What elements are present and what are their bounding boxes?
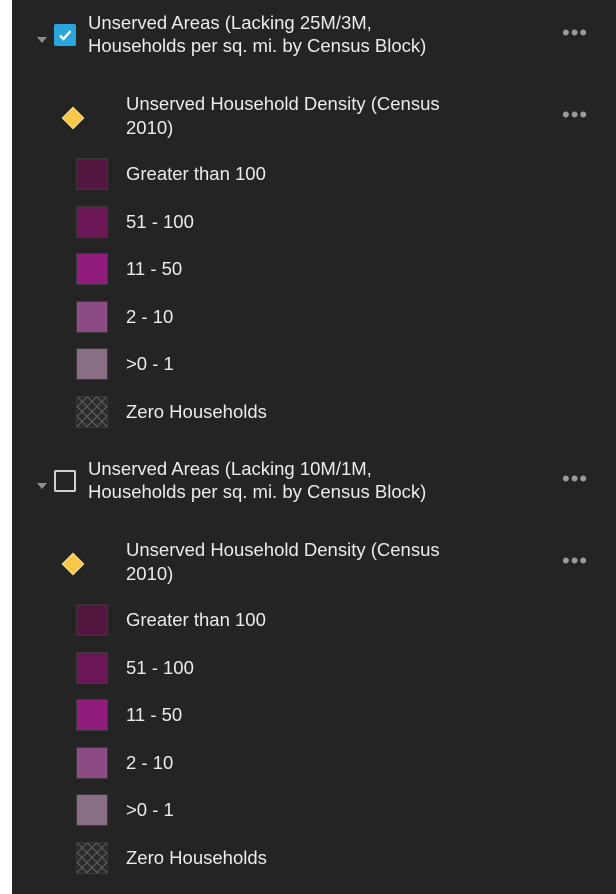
legend-swatch-hatched — [76, 395, 108, 428]
layer-title[interactable]: Unserved Areas (Lacking 10M/1M, Househol… — [88, 457, 558, 503]
layer-title-line-1: Unserved Areas (Lacking 25M/3M, — [88, 12, 372, 33]
sublayer-title[interactable]: Unserved Household Density (Census 2010) — [126, 92, 566, 140]
layer-title-line-2: Households per sq. mi. by Census Block) — [88, 35, 427, 56]
layer-visibility-checkbox[interactable] — [54, 24, 76, 46]
legend-label: 51 - 100 — [126, 656, 194, 678]
legend-label: Zero Households — [126, 846, 267, 868]
more-options-icon[interactable]: ••• — [562, 550, 588, 572]
sublayer-title[interactable]: Unserved Household Density (Census 2010) — [126, 538, 566, 586]
sublayer-title-line-1: Unserved Household Density (Census — [126, 93, 440, 114]
sublayer-title-line-1: Unserved Household Density (Census — [126, 539, 440, 560]
layer-item-25m-3m: Unserved Areas (Lacking 25M/3M, Househol… — [12, 0, 616, 446]
sublayer-item: Unserved Household Density (Census 2010)… — [12, 536, 616, 592]
more-options-icon[interactable]: ••• — [562, 22, 588, 44]
legend-swatch — [76, 746, 108, 779]
legend-swatch — [76, 253, 108, 285]
legend-swatch-hatched — [76, 841, 108, 874]
layer-title-line-1: Unserved Areas (Lacking 10M/1M, — [88, 458, 372, 479]
legend-label: 2 - 10 — [126, 305, 174, 327]
legend-swatch — [76, 348, 108, 380]
legend-swatch — [76, 158, 108, 190]
diamond-point-icon — [61, 552, 85, 576]
layer-visibility-checkbox[interactable] — [54, 470, 76, 492]
layer-item-10m-1m: Unserved Areas (Lacking 10M/1M, Househol… — [12, 446, 616, 892]
legend-label: 11 - 50 — [126, 258, 183, 279]
legend-label: 51 - 100 — [126, 210, 194, 232]
legend-label: 2 - 10 — [126, 751, 174, 773]
more-options-icon[interactable]: ••• — [562, 104, 588, 126]
legend-swatch — [76, 604, 108, 636]
layer-header: Unserved Areas (Lacking 10M/1M, Househol… — [12, 452, 616, 512]
legend-label: Zero Households — [126, 400, 267, 422]
legend-swatch — [76, 699, 108, 731]
legend-label: Greater than 100 — [126, 163, 266, 184]
legend-label: Greater than 100 — [126, 609, 266, 630]
layer-header: Unserved Areas (Lacking 25M/3M, Househol… — [12, 6, 616, 66]
legend-label: >0 - 1 — [126, 353, 174, 374]
layer-title-line-2: Households per sq. mi. by Census Block) — [88, 481, 427, 502]
caret-down-icon[interactable] — [37, 37, 47, 43]
legend-label: >0 - 1 — [126, 799, 174, 820]
sublayer-title-line-2: 2010) — [126, 563, 174, 584]
more-options-icon[interactable]: ••• — [562, 468, 588, 490]
legend-swatch — [76, 651, 108, 684]
checkmark-icon — [59, 30, 72, 41]
legend-swatch — [76, 794, 108, 826]
diamond-point-icon — [61, 106, 85, 130]
sublayer-item: Unserved Household Density (Census 2010)… — [12, 90, 616, 146]
layer-list-panel: Unserved Areas (Lacking 25M/3M, Househol… — [12, 0, 616, 894]
caret-down-icon[interactable] — [37, 483, 47, 489]
layer-title[interactable]: Unserved Areas (Lacking 25M/3M, Househol… — [88, 11, 558, 57]
legend-swatch — [76, 205, 108, 238]
legend-label: 11 - 50 — [126, 704, 183, 725]
legend-swatch — [76, 300, 108, 333]
sublayer-title-line-2: 2010) — [126, 117, 174, 138]
